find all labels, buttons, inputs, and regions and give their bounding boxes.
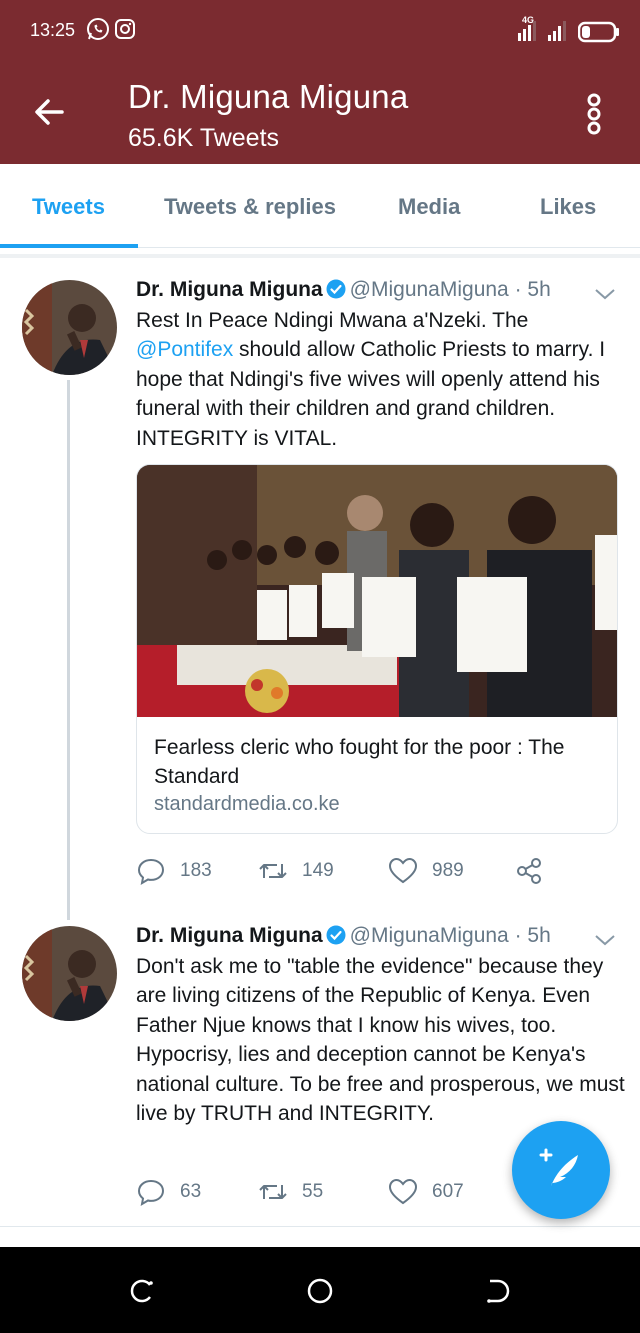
tweet-author-name[interactable]: Dr. Miguna Miguna [136, 924, 323, 947]
share-icon [517, 858, 541, 884]
tweet-actions: 183 149 989 [136, 854, 616, 888]
tweet-header: Dr. Miguna Miguna @MigunaMiguna · 5h [136, 924, 551, 948]
tweet-text: Don't ask me to "table the evidence" bec… [136, 955, 625, 1126]
like-button[interactable]: 989 [388, 854, 464, 888]
tweet-author-name[interactable]: Dr. Miguna Miguna [136, 278, 323, 301]
retweet-count: 149 [302, 860, 334, 881]
card-title: Fearless cleric who fought for the poor … [154, 736, 565, 788]
signal-icon-2 [548, 21, 566, 41]
reply-count: 63 [180, 1181, 202, 1202]
status-time: 13:25 [30, 20, 76, 40]
profile-tabs: Tweets Tweets & replies Media Likes [0, 164, 640, 248]
home-icon[interactable] [306, 1277, 334, 1305]
tweet-count: 65.6K Tweets [128, 124, 280, 152]
mention-link[interactable]: @Pontifex [136, 338, 233, 361]
system-nav-bar [0, 1247, 640, 1333]
compose-tweet-button[interactable] [512, 1121, 610, 1219]
whatsapp-icon [87, 18, 109, 40]
retweet-count: 55 [302, 1181, 324, 1202]
verified-badge-icon [326, 925, 346, 945]
status-bar: 13:25 4G [0, 0, 640, 64]
profile-header: Dr. Miguna Miguna 65.6K Tweets [0, 64, 640, 164]
back-arrow-icon[interactable] [30, 92, 70, 132]
card-image [137, 465, 617, 717]
more-options-icon[interactable] [580, 92, 608, 136]
link-card[interactable]: Fearless cleric who fought for the poor … [136, 464, 618, 834]
tweet-text: Rest In Peace Ndingi Mwana a'Nzeki. The … [136, 306, 626, 453]
avatar[interactable] [22, 280, 117, 375]
like-button[interactable]: 607 [388, 1175, 464, 1209]
tweet-author-handle[interactable]: @MigunaMiguna [350, 924, 509, 947]
recent-apps-icon[interactable] [128, 1277, 156, 1305]
back-icon[interactable] [484, 1277, 512, 1305]
like-count: 989 [432, 860, 464, 881]
active-tab-indicator [0, 244, 138, 248]
tab-tweets[interactable]: Tweets [32, 194, 105, 220]
retweet-icon [259, 864, 287, 878]
tweet-divider [0, 1226, 640, 1227]
profile-name: Dr. Miguna Miguna [128, 78, 409, 115]
tab-likes[interactable]: Likes [540, 194, 596, 220]
reply-button[interactable]: 183 [136, 854, 212, 888]
reply-button[interactable]: 63 [136, 1175, 201, 1209]
retweet-button[interactable]: 55 [258, 1175, 323, 1209]
reply-count: 183 [180, 860, 212, 881]
retweet-button[interactable]: 149 [258, 854, 334, 888]
tweet-time: · 5h [508, 278, 551, 301]
like-count: 607 [432, 1181, 464, 1202]
signal-icon [518, 21, 536, 41]
tab-tweets-replies[interactable]: Tweets & replies [164, 194, 336, 220]
tweet-author-handle[interactable]: @MigunaMiguna [350, 278, 509, 301]
card-domain: standardmedia.co.ke [154, 793, 340, 815]
retweet-icon [259, 1185, 287, 1199]
verified-badge-icon [326, 279, 346, 299]
avatar[interactable] [22, 926, 117, 1021]
heart-icon [388, 1178, 418, 1205]
instagram-icon [115, 19, 135, 39]
chevron-down-icon[interactable] [593, 286, 617, 302]
thread-line [67, 380, 70, 920]
reply-icon [137, 1179, 165, 1206]
feed-separator [0, 254, 640, 258]
compose-feather-icon [539, 1148, 578, 1189]
tweet-text-part: Rest In Peace Ndingi Mwana a'Nzeki. The [136, 309, 529, 332]
tweet-time: · 5h [508, 924, 551, 947]
tweet-header: Dr. Miguna Miguna @MigunaMiguna · 5h [136, 278, 551, 302]
heart-icon [388, 857, 418, 884]
reply-icon [137, 858, 165, 885]
tab-media[interactable]: Media [398, 194, 460, 220]
battery-icon [578, 21, 619, 43]
chevron-down-icon[interactable] [593, 932, 617, 948]
share-button[interactable] [514, 854, 544, 888]
